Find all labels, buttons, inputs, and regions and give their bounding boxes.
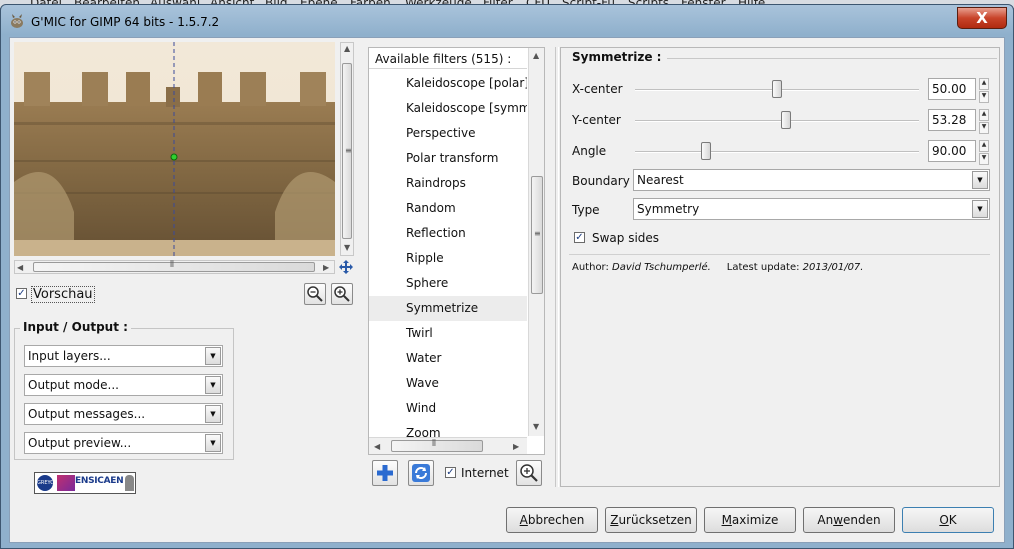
filters-vscrollbar[interactable]: ▲ ≡ ▼ [528, 48, 544, 436]
filter-parameters-panel: Symmetrize : X-center 50.00 ▲ ▼ Y-center … [560, 47, 1000, 487]
filter-list-item[interactable]: Perspective [369, 121, 527, 146]
input-output-title: Input / Output : [20, 320, 131, 334]
angle-slider[interactable] [701, 142, 711, 160]
reset-button[interactable]: Zurücksetzen [605, 507, 697, 533]
greyc-ensicaen-logo: GREYC ENSICAEN [34, 472, 136, 494]
add-favorite-button[interactable] [372, 460, 398, 486]
zoom-in-icon [520, 464, 538, 482]
author-info: Author: David Tschumperlé. Latest update… [572, 262, 864, 273]
angle-spinbox[interactable]: 90.00 [928, 140, 976, 162]
chevron-down-icon: ▼ [205, 376, 221, 394]
filter-list-item[interactable]: Wind [369, 396, 527, 421]
preview-checkbox-label: Vorschau [31, 286, 95, 303]
y-center-label: Y-center [572, 113, 621, 127]
type-combo[interactable]: Symmetry ▼ [633, 198, 990, 220]
logo-figure [125, 475, 134, 491]
filters-hscrollbar[interactable]: ◀ ⦀ ▶ [369, 437, 527, 454]
preview-hscrollbar[interactable]: ◀ ⦀ ▶ [14, 260, 335, 274]
title-bar[interactable]: G'MIC for GIMP 64 bits - 1.5.7.2 X [1, 5, 1013, 37]
x-center-slider[interactable] [772, 80, 782, 98]
filter-list-item[interactable]: Polar transform [369, 146, 527, 171]
internet-label: Internet [461, 466, 509, 480]
move-preview-icon[interactable] [338, 259, 354, 275]
filter-list-item[interactable]: Ripple [369, 246, 527, 271]
zoom-in-button[interactable] [331, 283, 353, 305]
filters-list-header: Available filters (515) : [375, 52, 512, 66]
ensicaen-text: ENSICAEN [75, 476, 124, 486]
chevron-down-icon: ▼ [205, 434, 221, 452]
output-mode-combo[interactable]: Output mode... ▼ [24, 374, 223, 396]
maximize-button[interactable]: Maximize [704, 507, 796, 533]
input-layers-combo[interactable]: Input layers... ▼ [24, 345, 223, 367]
window-title: G'MIC for GIMP 64 bits - 1.5.7.2 [31, 15, 220, 29]
preview-image[interactable] [14, 42, 335, 256]
filter-list-item[interactable]: Kaleidoscope [polar] [369, 71, 527, 96]
internet-checkbox[interactable]: ✓ [445, 467, 456, 478]
output-messages-combo[interactable]: Output messages... ▼ [24, 403, 223, 425]
filter-list-item[interactable]: Raindrops [369, 171, 527, 196]
filter-list-item[interactable]: Twirl [369, 321, 527, 346]
swap-sides-checkbox[interactable]: ✓ [574, 232, 585, 243]
filter-list-item[interactable]: Reflection [369, 221, 527, 246]
chevron-down-icon: ▼ [205, 347, 221, 365]
preview-checkbox[interactable]: ✓ [16, 288, 27, 299]
filter-list-item[interactable]: Random [369, 196, 527, 221]
refresh-filters-button[interactable] [408, 460, 434, 486]
chevron-down-icon: ▼ [972, 171, 988, 189]
panel-splitter[interactable] [555, 47, 559, 487]
filters-list[interactable]: Available filters (515) : Kaleidoscope [… [368, 47, 545, 455]
refresh-icon [412, 464, 430, 482]
type-label: Type [572, 203, 600, 217]
x-center-spinbox[interactable]: 50.00 [928, 78, 976, 100]
x-center-spin-arrows[interactable]: ▲ ▼ [979, 78, 989, 103]
greyc-logo: GREYC [37, 475, 53, 491]
zoom-in-icon [334, 286, 350, 302]
angle-track [635, 151, 919, 153]
filter-list-item[interactable]: Water [369, 346, 527, 371]
gimp-app-icon [11, 14, 23, 28]
y-center-spinbox[interactable]: 53.28 [928, 109, 976, 131]
preview-vscrollbar[interactable]: ▲ ≡ ▼ [340, 42, 354, 256]
filter-list-item[interactable]: Symmetrize [369, 296, 527, 321]
cancel-button[interactable]: Abbrechen [506, 507, 598, 533]
zoom-out-button[interactable] [304, 283, 326, 305]
y-center-spin-arrows[interactable]: ▲ ▼ [979, 109, 989, 134]
gmic-dialog-window: G'MIC for GIMP 64 bits - 1.5.7.2 X ▲ ≡ ▼… [0, 4, 1014, 549]
angle-label: Angle [572, 144, 607, 158]
y-center-track [635, 120, 919, 122]
logo-mark [57, 475, 75, 491]
dialog-client-area: ▲ ≡ ▼ ◀ ⦀ ▶ ✓ Vorschau Input / Output : … [9, 37, 1005, 543]
apply-button[interactable]: Anwenden [803, 507, 895, 533]
filters-items: Kaleidoscope [polar]Kaleidoscope [symmet… [369, 71, 527, 446]
angle-spin-arrows[interactable]: ▲ ▼ [979, 140, 989, 165]
chevron-down-icon: ▼ [205, 405, 221, 423]
parameters-title: Symmetrize : [569, 50, 665, 64]
update-date: 2013/01/07. [802, 262, 864, 273]
filter-list-item[interactable]: Kaleidoscope [symmetry] [369, 96, 527, 121]
zoom-out-icon [307, 286, 323, 302]
plus-icon [377, 465, 393, 481]
castle-wall-preview [14, 42, 335, 256]
swap-sides-label: Swap sides [592, 231, 660, 245]
y-center-slider[interactable] [781, 111, 792, 129]
chevron-down-icon: ▼ [972, 200, 988, 218]
ok-button[interactable]: OK [902, 507, 994, 533]
boundary-combo[interactable]: Nearest ▼ [633, 169, 990, 191]
filter-list-item[interactable]: Wave [369, 371, 527, 396]
x-center-label: X-center [572, 82, 623, 96]
close-button[interactable]: X [957, 7, 1007, 29]
filter-list-item[interactable]: Sphere [369, 271, 527, 296]
output-preview-combo[interactable]: Output preview... ▼ [24, 432, 223, 454]
author-name: David Tschumperlé. [612, 262, 711, 273]
search-filters-button[interactable] [516, 460, 542, 486]
boundary-label: Boundary [572, 174, 630, 188]
